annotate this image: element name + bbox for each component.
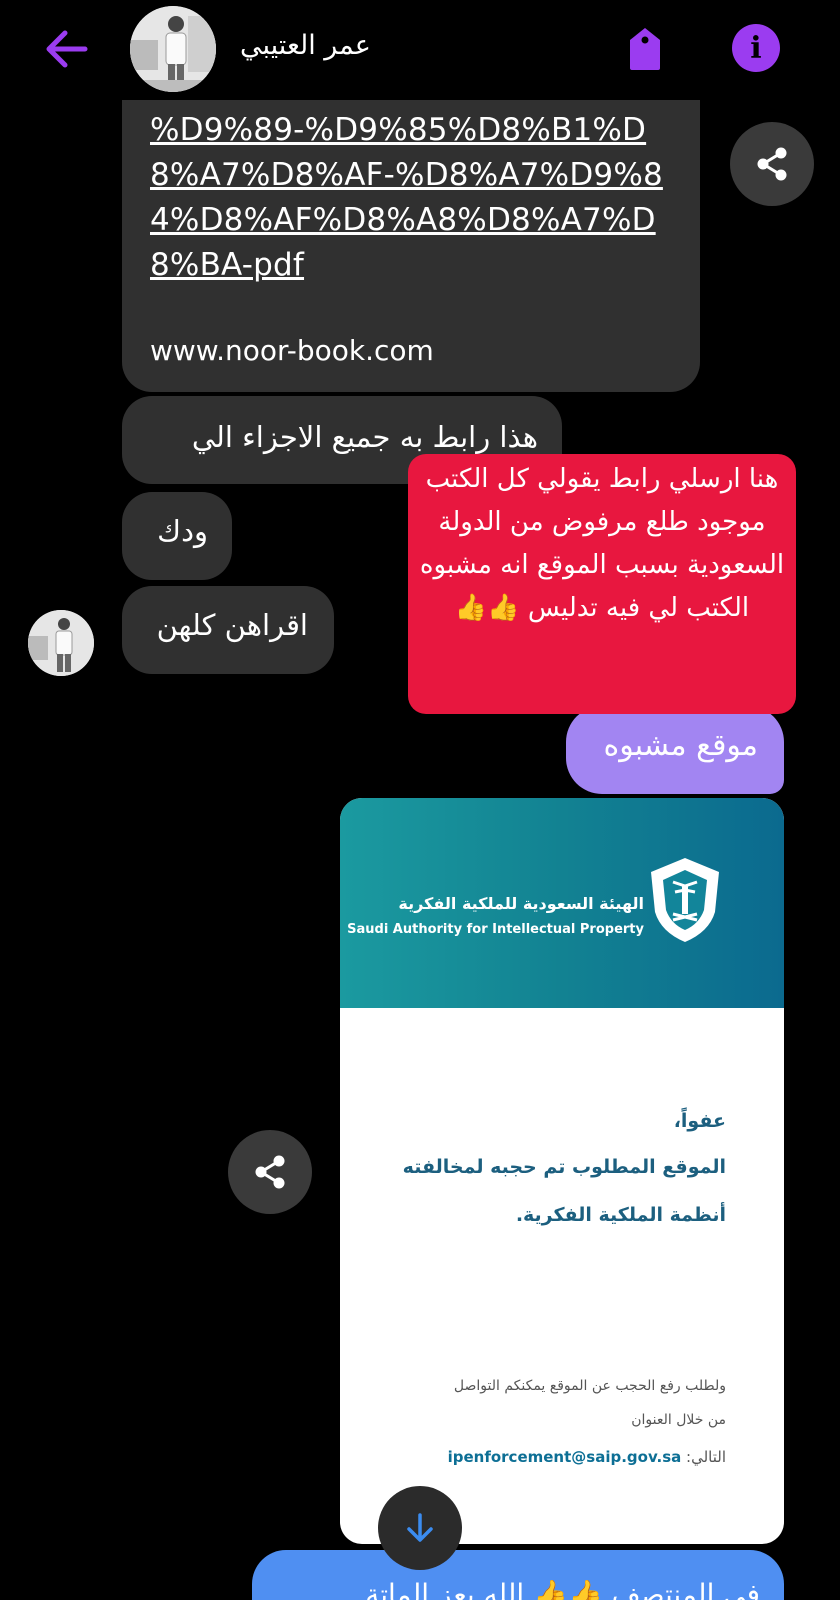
info-button[interactable]: i — [732, 24, 780, 72]
link-domain: www.noor-book.com — [150, 334, 434, 367]
blocked-text-line2: أنظمة الملكية الفكرية. — [515, 1204, 726, 1226]
back-arrow-icon — [46, 30, 88, 68]
chat-header: عمر العتيبي i — [0, 0, 840, 100]
sender-avatar[interactable] — [28, 610, 94, 676]
blocked-text-line1: الموقع المطلوب تم حجبه لمخالفته — [402, 1156, 726, 1178]
info-icon: i — [750, 30, 762, 66]
link-url[interactable]: %D9%89-%D9%85%D8%B1%D8%A7%D8%AF-%D8%A7%D… — [150, 108, 672, 288]
scroll-down-button[interactable] — [378, 1486, 462, 1570]
back-button[interactable] — [38, 24, 94, 74]
share-button[interactable] — [730, 122, 814, 206]
request-text-line1: ولطلب رفع الحجب عن الموقع يمكنكم التواصل — [453, 1378, 726, 1394]
request-text-line3: التالي: ipenforcement@saip.gov.sa — [448, 1448, 726, 1466]
tag-button[interactable] — [620, 24, 670, 74]
saip-logo-icon — [645, 854, 725, 950]
org-name-english: Saudi Authority for Intellectual Propert… — [347, 922, 644, 937]
share-icon — [255, 1155, 285, 1189]
contact-name[interactable]: عمر العتيبي — [240, 30, 371, 61]
arrow-down-icon — [407, 1513, 433, 1542]
partial-message-text: في المنتصف 👍👍 الله يعز الماتة — [365, 1578, 760, 1600]
message-wadak[interactable]: ودك — [122, 492, 232, 580]
share-button[interactable] — [228, 1130, 312, 1214]
contact-email: ipenforcement@saip.gov.sa — [447, 1448, 682, 1466]
request-text-line2: من خلال العنوان — [631, 1412, 726, 1428]
image-banner: الهيئة السعودية للملكية الفكرية Saudi Au… — [340, 798, 784, 1008]
sent-message-partial[interactable]: في المنتصف 👍👍 الله يعز الماتة — [252, 1550, 784, 1600]
contact-avatar[interactable] — [130, 6, 216, 92]
org-name-arabic: الهيئة السعودية للملكية الفكرية — [398, 894, 644, 913]
share-icon — [757, 147, 787, 181]
tag-icon — [630, 28, 660, 70]
sent-message-suspicious[interactable]: موقع مشبوه — [566, 706, 784, 794]
annotation-text: هنا ارسلي رابط يقولي كل الكتب موجود طلع … — [419, 464, 785, 623]
image-attachment[interactable]: الهيئة السعودية للملكية الفكرية Saudi Au… — [340, 798, 784, 1544]
sorry-text: عفواً، — [673, 1110, 726, 1132]
message-iqrahen[interactable]: اقراهن كلهن — [122, 586, 334, 674]
request-prefix: التالي: — [686, 1448, 726, 1466]
link-message-bubble[interactable]: %D9%89-%D9%85%D8%B1%D8%A7%D8%AF-%D8%A7%D… — [122, 82, 700, 392]
